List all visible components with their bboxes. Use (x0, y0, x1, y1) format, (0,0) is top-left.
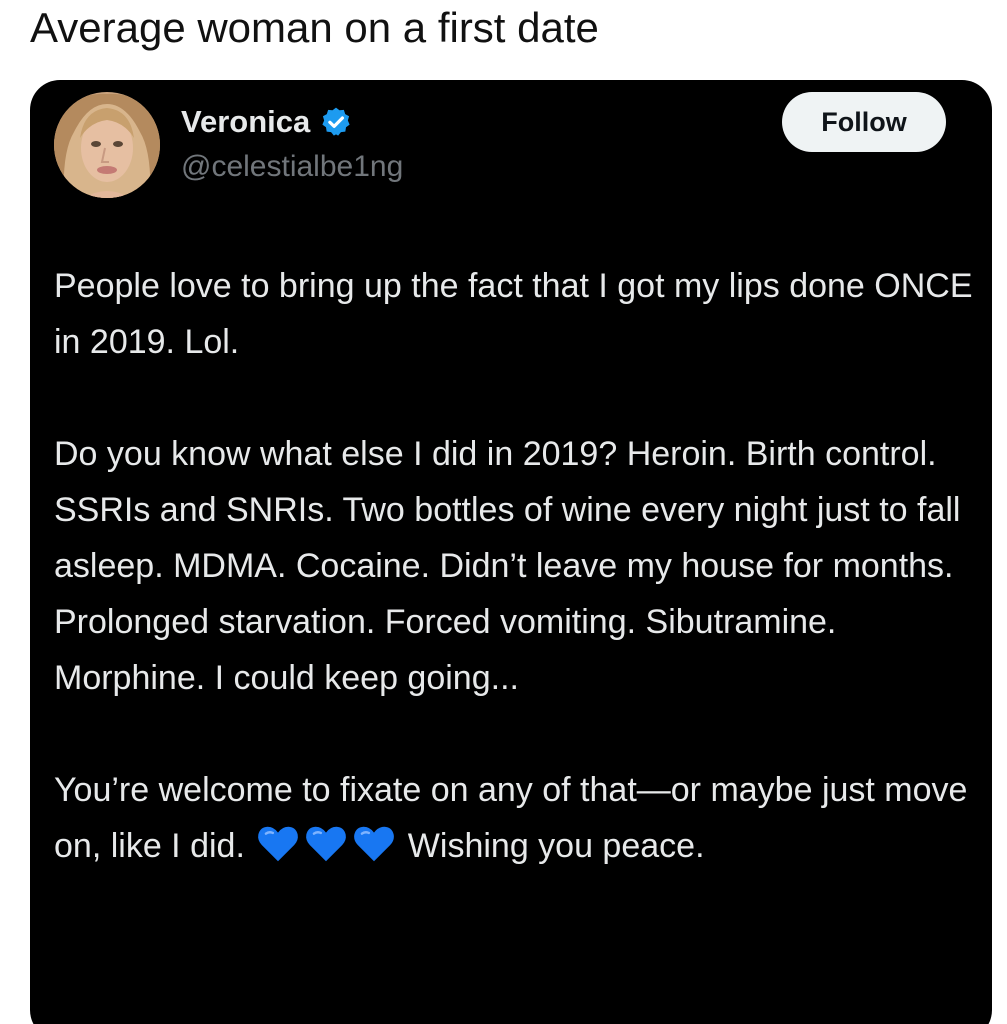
follow-button[interactable]: Follow (782, 92, 946, 152)
author-name[interactable]: Veronica (181, 103, 310, 141)
blue-heart-icon (258, 826, 299, 862)
blue-heart-icon (354, 826, 395, 862)
meme-caption: Average woman on a first date (30, 4, 599, 51)
blue-heart-icon (306, 826, 347, 862)
tweet-paragraph-final: You’re welcome to fixate on any of that—… (54, 762, 974, 874)
author-handle[interactable]: @celestialbe1ng (181, 148, 403, 186)
tweet-card: Veronica @celestialbe1ng Follow People l… (30, 80, 992, 1024)
tweet-text-after-emoji: Wishing you peace. (407, 827, 705, 865)
avatar[interactable] (54, 92, 160, 198)
tweet-paragraph: People love to bring up the fact that I … (54, 267, 973, 361)
verified-badge-icon (322, 107, 350, 136)
tweet-paragraph: Do you know what else I did in 2019? Her… (54, 435, 961, 697)
author-row: Veronica (181, 102, 352, 142)
avatar-photo (54, 92, 160, 198)
tweet-text: People love to bring up the fact that I … (54, 258, 974, 874)
